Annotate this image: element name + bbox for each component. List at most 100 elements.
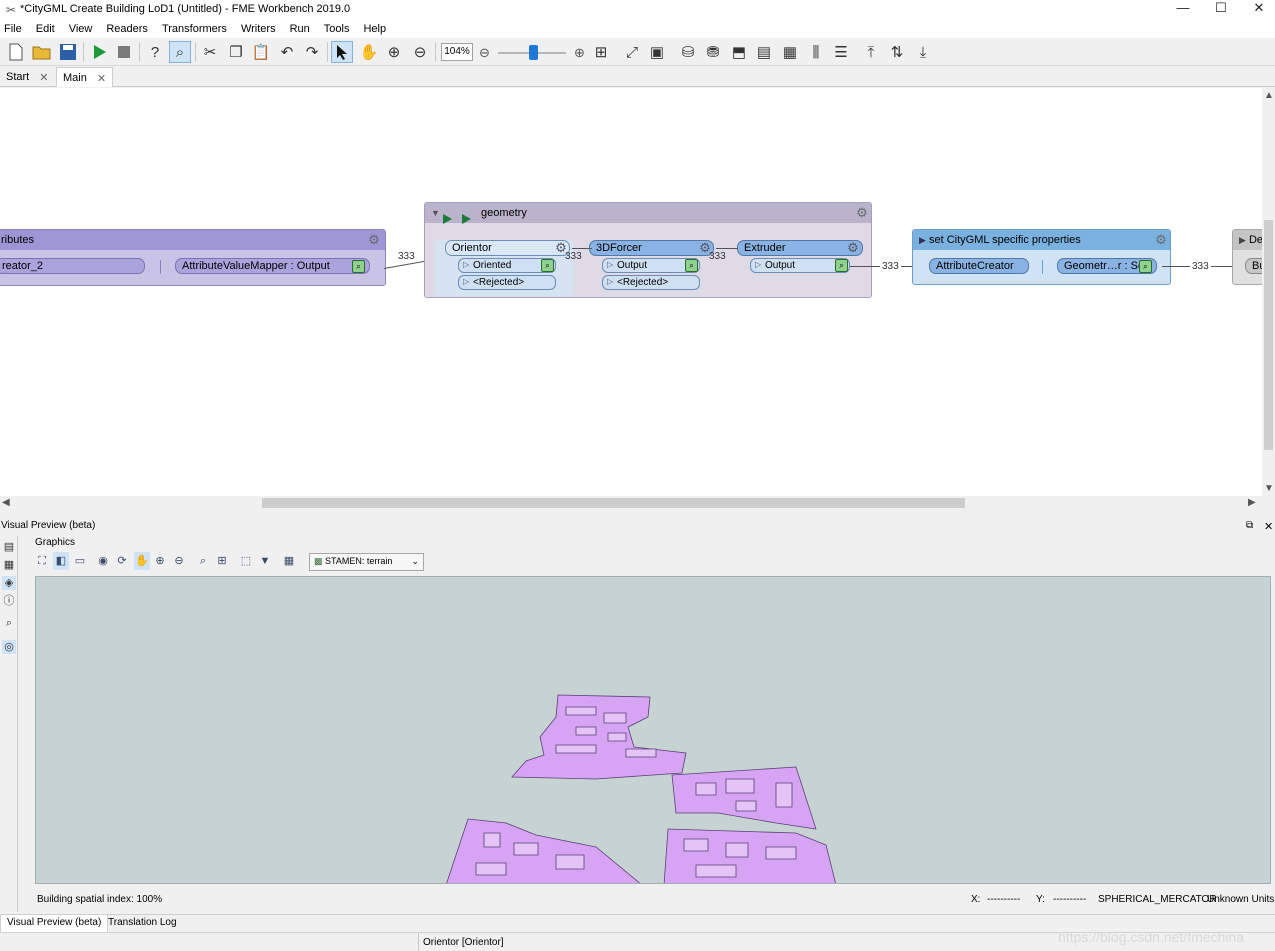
orbit-icon[interactable]: ◉ — [95, 552, 111, 570]
zoom-level-field[interactable]: 104% — [441, 43, 473, 61]
align-middle-icon[interactable]: ⇅ — [886, 41, 908, 63]
inspect-output-icon[interactable]: ⌕ — [835, 259, 848, 272]
align-bottom-icon[interactable]: ⤓ — [912, 41, 934, 63]
gear-icon[interactable]: ⚙ — [855, 206, 869, 220]
tab-start[interactable]: Start ✕ — [0, 67, 54, 87]
horizontal-scroll-thumb[interactable] — [262, 498, 965, 508]
port-rejected[interactable]: ▷ <Rejected> — [602, 275, 700, 290]
copy-icon[interactable]: ❐ — [225, 41, 247, 63]
close-pane-icon[interactable]: ✕ — [1264, 520, 1273, 533]
gear-icon[interactable]: ⚙ — [367, 233, 381, 247]
display-control-icon[interactable]: ⛶ — [34, 552, 50, 570]
redo-icon[interactable]: ↷ — [301, 41, 323, 63]
3d-view-icon[interactable]: ◧ — [53, 552, 69, 570]
scroll-down-icon[interactable]: ▼ — [1264, 483, 1274, 494]
pan-hand-icon[interactable]: ✋ — [358, 41, 380, 63]
tab-main[interactable]: Main ✕ — [56, 67, 114, 87]
bookmark-icon[interactable]: ▤ — [753, 41, 775, 63]
bookmark-geometry[interactable]: ▼ geometry ⚙ Orientor ⚙ ▷ Oriented ⌕ ▷ <Re… — [424, 202, 872, 298]
cut-icon[interactable]: ✂ — [199, 41, 221, 63]
run-icon[interactable] — [88, 41, 110, 63]
inspector-icon[interactable]: ◎ — [2, 640, 16, 654]
gear-icon[interactable]: ⚙ — [1154, 233, 1168, 247]
transformer-geometrysetter[interactable]: Geometr…r : Set ⌕ — [1057, 258, 1157, 274]
undo-icon[interactable]: ↶ — [276, 41, 298, 63]
bookmark-citygml-properties[interactable]: ▶ set CityGML specific properties ⚙ Attr… — [912, 229, 1171, 285]
gear-icon[interactable]: ⚙ — [846, 241, 860, 255]
select-icon[interactable] — [331, 41, 353, 63]
align-top-icon[interactable]: ⤒ — [860, 41, 882, 63]
menu-view[interactable]: View — [65, 20, 97, 38]
close-window-button[interactable]: ✕ — [1241, 0, 1275, 18]
transformer-attributevaluemapper[interactable]: AttributeValueMapper : Output ⌕ — [175, 258, 370, 274]
table-icon[interactable]: ▦ — [281, 552, 297, 570]
rotate-icon[interactable]: ⟳ — [114, 552, 130, 570]
tab-translation-log[interactable]: Translation Log — [102, 915, 183, 933]
bookmark-geometry-header[interactable]: ▼ geometry — [425, 203, 871, 223]
table-view-icon[interactable]: ▦ — [2, 558, 16, 572]
inspect-output-icon[interactable]: ⌕ — [685, 259, 698, 272]
scroll-left-icon[interactable]: ◀ — [2, 497, 10, 508]
feature-list-icon[interactable]: ▤ — [2, 540, 16, 554]
bookmark-attributes[interactable]: ributes ⚙ reator_2 AttributeValueMapper … — [0, 229, 386, 286]
add-transformer-icon[interactable]: ⬒ — [728, 41, 750, 63]
expand-triangle-icon[interactable]: ▶ — [919, 235, 926, 245]
zoom-slider-thumb[interactable] — [529, 45, 538, 60]
menu-help[interactable]: Help — [359, 20, 390, 38]
workspace-canvas[interactable]: ributes ⚙ reator_2 AttributeValueMapper … — [0, 88, 1262, 496]
pan-hand-icon[interactable]: ✋ — [134, 552, 150, 570]
zoom-in-icon[interactable]: ⊕ — [383, 41, 405, 63]
open-icon[interactable] — [31, 41, 53, 63]
feature-info-icon[interactable]: ⓘ — [2, 594, 16, 608]
port-output[interactable]: ▷ Output ⌕ — [602, 258, 700, 273]
menu-run[interactable]: Run — [286, 20, 314, 38]
bookmark-right[interactable]: ▶ De Bu — [1232, 229, 1262, 285]
tab-start-close-icon[interactable]: ✕ — [39, 71, 48, 87]
fit-window-icon[interactable]: ⤢ — [621, 41, 643, 63]
zoom-plus-icon[interactable]: ⊕ — [574, 45, 585, 61]
transformer-attributecreator[interactable]: AttributeCreator — [929, 258, 1029, 274]
stop-icon[interactable] — [113, 41, 135, 63]
zoom-minus-icon[interactable]: ⊖ — [479, 45, 490, 61]
distribute-icon[interactable]: ☰ — [830, 41, 852, 63]
port-output[interactable]: ▷ Output ⌕ — [750, 258, 850, 273]
tab-main-close-icon[interactable]: ✕ — [97, 72, 106, 87]
port-rejected[interactable]: ▷ <Rejected> — [458, 275, 556, 290]
port-oriented[interactable]: ▷ Oriented ⌕ — [458, 258, 556, 273]
menu-edit[interactable]: Edit — [32, 20, 59, 38]
maximize-button[interactable]: ☐ — [1203, 0, 1239, 18]
grid-icon[interactable]: ▦ — [779, 41, 801, 63]
zoom-extents-icon[interactable]: ⊞ — [590, 41, 612, 63]
menu-file[interactable]: File — [0, 20, 26, 38]
vertical-scroll-thumb[interactable] — [1264, 220, 1273, 450]
tab-visual-preview[interactable]: Visual Preview (beta) — [0, 915, 109, 933]
menu-tools[interactable]: Tools — [320, 20, 354, 38]
zoom-in-icon[interactable]: ⊕ — [152, 552, 168, 570]
new-icon[interactable] — [5, 41, 27, 63]
menu-readers[interactable]: Readers — [102, 20, 152, 38]
overview-icon[interactable]: ▣ — [646, 41, 668, 63]
transformer-extruder[interactable]: Extruder ⚙ — [737, 240, 863, 256]
inspect-output-icon[interactable]: ⌕ — [352, 260, 365, 273]
paste-icon[interactable]: 📋 — [250, 41, 272, 63]
filter-icon[interactable]: ▼ — [257, 552, 273, 570]
select-icon[interactable]: ⬚ — [238, 552, 254, 570]
minimize-button[interactable]: — — [1165, 0, 1201, 18]
menu-writers[interactable]: Writers — [237, 20, 280, 38]
bookmark-citygml-header[interactable]: ▶ set CityGML specific properties — [913, 230, 1170, 250]
save-icon[interactable] — [57, 41, 79, 63]
inspect-output-icon[interactable]: ⌕ — [1139, 260, 1152, 273]
run-to-here-buttons[interactable] — [441, 212, 477, 228]
bookmark-attributes-header[interactable]: ributes — [0, 230, 385, 250]
connection-line[interactable] — [716, 248, 738, 249]
2d-view-icon[interactable]: ▭ — [72, 552, 88, 570]
inspect-help-icon[interactable]: ? — [144, 41, 166, 63]
basemap-select[interactable]: ▩ STAMEN: terrain ⌄ — [309, 553, 424, 571]
graphics-map-view[interactable] — [35, 576, 1271, 884]
scroll-up-icon[interactable]: ▲ — [1264, 90, 1274, 101]
zoom-out-icon[interactable]: ⊖ — [171, 552, 187, 570]
transformer-orientor[interactable]: Orientor ⚙ — [445, 240, 570, 256]
transformer-right[interactable]: Bu — [1245, 258, 1262, 274]
collapse-triangle-icon[interactable]: ▼ — [431, 208, 440, 218]
bookmark-right-header[interactable]: ▶ De — [1233, 230, 1262, 250]
